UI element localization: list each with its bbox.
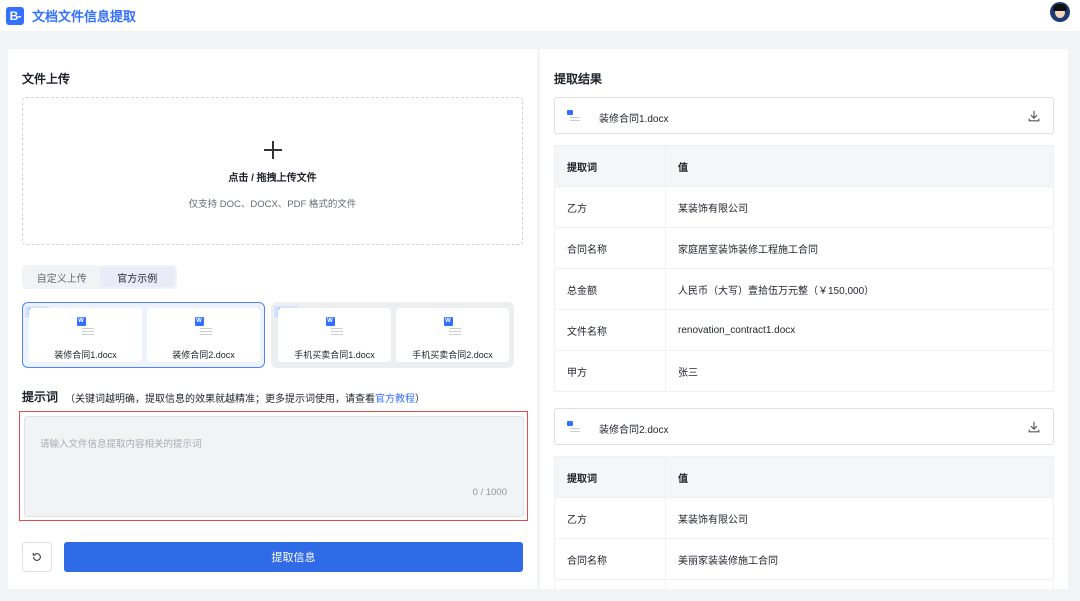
reset-icon: [32, 552, 41, 561]
source-tabs: 自定义上传 官方示例: [22, 265, 177, 289]
example-file-name: 装修合同1.docx: [54, 350, 117, 360]
reset-button[interactable]: [22, 542, 52, 572]
result-file-bar: 装修合同1.docx: [554, 97, 1054, 134]
result-table: 提取词值 乙方 某装饰有限公司 合同名称 家庭居室装饰装修工程施工合同 总金额 人民币…: [554, 145, 1054, 392]
row-key: 乙方: [554, 186, 666, 228]
app-title: 文档文件信息提取: [32, 9, 137, 24]
download-icon[interactable]: [1027, 109, 1041, 123]
table-row: 乙方 某装饰有限公司: [554, 186, 1054, 228]
row-key: 文件名称: [554, 309, 666, 351]
input-panel: 文件上传 点击 / 拖拽上传文件 仅支持 DOC、DOCX、PDF 格式的文件 …: [8, 49, 537, 589]
result-file-name: 装修合同1.docx: [599, 114, 669, 125]
table-row: [554, 579, 1054, 589]
tab-official-examples[interactable]: 官方示例: [99, 267, 175, 287]
row-value: 某装饰有限公司: [665, 497, 1054, 539]
prompt-hint-text: （关键词越明确，提取信息的效果就越精准；更多提示词使用，请查看: [65, 394, 375, 405]
avatar[interactable]: [1050, 2, 1070, 22]
app-logo: B-: [6, 6, 24, 25]
table-row: 乙方 某装饰有限公司: [554, 497, 1054, 539]
col-header-value: 值: [665, 456, 1054, 498]
table-row: 合同名称 家庭居室装饰装修工程施工合同: [554, 227, 1054, 269]
result-file-name: 装修合同2.docx: [599, 425, 669, 436]
row-key: 合同名称: [554, 538, 666, 580]
example-group-1[interactable]: 示例1 W 装修合同1.docx W 装修合同2.docx: [22, 302, 265, 368]
row-key: 总金额: [554, 268, 666, 310]
row-value: [665, 579, 1054, 589]
prompt-hint-suffix: ）: [415, 394, 425, 405]
prompt-label: 提示词: [22, 390, 59, 404]
example-file-name: 装修合同2.docx: [172, 350, 235, 360]
row-key: [554, 579, 666, 589]
upload-dropzone[interactable]: 点击 / 拖拽上传文件 仅支持 DOC、DOCX、PDF 格式的文件: [22, 97, 523, 245]
row-value: renovation_contract1.docx: [665, 309, 1054, 351]
prompt-textarea[interactable]: 请输入文件信息提取内容相关的提示词 0 / 1000: [24, 416, 524, 517]
result-table: 提取词值 乙方 某装饰有限公司 合同名称 美丽家装装修施工合同: [554, 456, 1054, 589]
example-group-2[interactable]: 示例2 W 手机买卖合同1.docx W 手机买卖合同2.docx: [271, 302, 514, 368]
row-value: 家庭居室装饰装修工程施工合同: [665, 227, 1054, 269]
upload-sub-text: 仅支持 DOC、DOCX、PDF 格式的文件: [188, 199, 357, 210]
row-key: 甲方: [554, 350, 666, 392]
prompt-hint: （关键词越明确，提取信息的效果就越精准；更多提示词使用，请查看官方教程）: [65, 390, 425, 405]
word-file-icon: W: [76, 315, 95, 337]
prompt-placeholder: 请输入文件信息提取内容相关的提示词: [40, 439, 202, 450]
extract-button[interactable]: 提取信息: [64, 542, 523, 572]
doc-icon: [567, 421, 581, 433]
prompt-highlight: 请输入文件信息提取内容相关的提示词 0 / 1000: [19, 411, 528, 521]
top-bar: B- 文档文件信息提取: [0, 0, 1080, 31]
row-value: 美丽家装装修施工合同: [665, 538, 1054, 580]
doc-icon: [567, 110, 581, 122]
word-file-icon: W: [325, 315, 344, 337]
char-counter: 0 / 1000: [472, 487, 507, 498]
table-row: 合同名称 美丽家装装修施工合同: [554, 538, 1054, 580]
col-header-key: 提取词: [554, 456, 666, 498]
table-row: 文件名称 renovation_contract1.docx: [554, 309, 1054, 351]
example-file-card[interactable]: W 手机买卖合同1.docx: [278, 308, 391, 362]
plus-icon: [264, 141, 282, 159]
result-file-bar: 装修合同2.docx: [554, 408, 1054, 445]
example-file-name: 手机买卖合同1.docx: [294, 350, 375, 360]
row-value: 张三: [665, 350, 1054, 392]
col-header-value: 值: [665, 145, 1054, 187]
results-section-title: 提取结果: [554, 72, 603, 86]
row-key: 合同名称: [554, 227, 666, 269]
upload-section-title: 文件上传: [22, 72, 71, 86]
example-file-card[interactable]: W 手机买卖合同2.docx: [396, 308, 509, 362]
row-value: 某装饰有限公司: [665, 186, 1054, 228]
example-file-card[interactable]: W 装修合同2.docx: [147, 308, 260, 362]
example-file-card[interactable]: W 装修合同1.docx: [29, 308, 142, 362]
table-row: 甲方 张三: [554, 350, 1054, 392]
tab-custom-upload[interactable]: 自定义上传: [24, 267, 100, 287]
col-header-key: 提取词: [554, 145, 666, 187]
download-icon[interactable]: [1027, 420, 1041, 434]
row-key: 乙方: [554, 497, 666, 539]
word-file-icon: W: [194, 315, 213, 337]
word-file-icon: W: [443, 315, 462, 337]
row-value: 人民币（大写）壹拾伍万元整（￥150,000）: [665, 268, 1054, 310]
table-row: 总金额 人民币（大写）壹拾伍万元整（￥150,000）: [554, 268, 1054, 310]
results-panel: 提取结果 装修合同1.docx 提取词值 乙方 某装饰有限公司 合同名称 家庭居室装…: [540, 49, 1068, 589]
upload-main-text: 点击 / 拖拽上传文件: [228, 173, 317, 184]
example-file-name: 手机买卖合同2.docx: [412, 350, 493, 360]
tutorial-link[interactable]: 官方教程: [375, 394, 415, 405]
